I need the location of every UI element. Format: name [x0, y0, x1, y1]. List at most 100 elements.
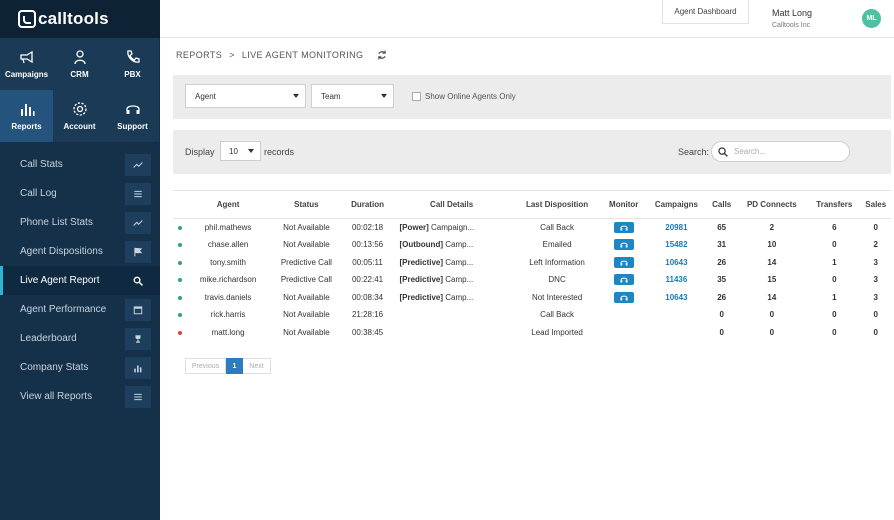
column-header-last-disposition[interactable]: Last Disposition	[512, 191, 603, 219]
campaign-link[interactable]: 10643	[665, 258, 687, 267]
call-details-text: Camp...	[443, 240, 474, 250]
table-row[interactable]: rick.harris Not Available 21:28:16 Call Bac…	[173, 306, 891, 324]
module-crm[interactable]: CRM	[53, 38, 106, 90]
status-dot-header	[173, 191, 187, 219]
campaign-link[interactable]: 20981	[665, 223, 687, 232]
call-details-text: Camp...	[443, 275, 474, 285]
monitor-button[interactable]	[613, 222, 634, 233]
column-header-sales[interactable]: Sales	[861, 191, 892, 219]
campaign-link[interactable]: 11436	[666, 275, 688, 284]
monitor-button[interactable]	[613, 274, 634, 286]
column-header-agent[interactable]: Agent	[187, 191, 269, 219]
calls-cell: 26	[717, 292, 727, 302]
module-pbx[interactable]: PBX	[106, 38, 159, 90]
monitor-cell	[602, 306, 645, 324]
headset-icon	[620, 225, 628, 231]
module-grid: Campaigns CRM PBX Reports Account Support	[0, 38, 160, 142]
status-cell: Not Available	[283, 223, 330, 232]
table-row[interactable]: mike.richardson Predictive Call 00:22:41 [P…	[173, 271, 891, 289]
duration-cell: 00:13:56	[351, 240, 384, 250]
headset-icon	[620, 277, 628, 283]
column-header-pd-connects[interactable]: PD Connects	[736, 191, 808, 219]
search-input[interactable]	[734, 147, 834, 156]
online-only-toggle[interactable]: Show Online Agents Only	[412, 92, 516, 101]
campaign-link[interactable]: 15482	[665, 240, 687, 249]
refresh-icon[interactable]	[377, 50, 387, 60]
table-row[interactable]: travis.daniels Not Available 00:08:34 [Pred…	[173, 289, 891, 307]
table-row[interactable]: tony.smith Predictive Call 00:05:11 [Predic…	[173, 254, 891, 272]
disposition-cell: Not Interested	[531, 292, 583, 302]
status-dot-icon	[178, 260, 182, 265]
list-icon	[125, 385, 151, 408]
agent-select[interactable]: Agent	[185, 84, 306, 108]
trend-icon	[125, 211, 151, 234]
column-header-campaigns[interactable]: Campaigns	[645, 191, 708, 219]
agent-table-container: Agent Status Duration Call Details Last Disp…	[173, 190, 891, 341]
sidebar-item-agent-dispositions[interactable]: Agent Dispositions	[0, 237, 160, 266]
monitor-button[interactable]	[613, 256, 634, 268]
sidebar-item-call-stats[interactable]: Call Stats	[0, 150, 160, 179]
table-header-row: Agent Status Duration Call Details Last Disp…	[173, 190, 892, 219]
sidebar-item-live-agent-report[interactable]: Live Agent Report	[0, 266, 160, 295]
sidebar-item-label: Phone List Stats	[20, 217, 93, 228]
records-per-page-select[interactable]: 10	[220, 141, 261, 161]
monitor-button[interactable]	[613, 239, 634, 251]
trophy-icon	[125, 327, 151, 350]
sidebar-item-call-log[interactable]: Call Log	[0, 179, 160, 208]
agent-dashboard-button[interactable]: Agent Dashboard	[662, 0, 749, 24]
agent-cell: rick.harris	[210, 310, 246, 320]
column-header-calls[interactable]: Calls	[708, 191, 736, 219]
column-header-monitor[interactable]: Monitor	[602, 191, 645, 219]
call-type-tag: [Predictive]	[399, 257, 444, 267]
pd-connects-cell: 14	[767, 292, 777, 302]
module-campaigns[interactable]: Campaigns	[0, 38, 53, 90]
monitor-button[interactable]	[613, 291, 634, 303]
duration-cell: 00:05:11	[352, 257, 383, 267]
logo-text: calltools	[38, 9, 109, 28]
module-reports[interactable]: Reports	[0, 90, 53, 142]
column-header-duration[interactable]: Duration	[344, 191, 392, 219]
status-dot-icon	[178, 243, 182, 248]
sidebar-item-view-all-reports[interactable]: View all Reports	[0, 382, 160, 411]
table-row[interactable]: chase.allen Not Available 00:13:56 [Outboun…	[173, 236, 891, 254]
status-cell: Not Available	[283, 327, 330, 337]
sidebar-item-phone-list-stats[interactable]: Phone List Stats	[0, 208, 160, 237]
campaign-link[interactable]: 10643	[665, 293, 687, 302]
breadcrumb-reports[interactable]: REPORTS	[176, 50, 222, 60]
pagination-previous[interactable]: Previous	[185, 358, 226, 374]
module-label: CRM	[70, 70, 89, 79]
sidebar-item-company-stats[interactable]: Company Stats	[0, 353, 160, 382]
module-label: Account	[63, 122, 96, 131]
sidebar-item-agent-performance[interactable]: Agent Performance	[0, 295, 160, 324]
calltools-logo[interactable]: calltools	[0, 0, 160, 38]
duration-cell: 00:02:18	[351, 223, 384, 232]
transfers-cell: 0	[832, 240, 837, 250]
search-box[interactable]	[711, 141, 850, 162]
online-only-checkbox[interactable]	[412, 92, 421, 101]
pagination-page-current[interactable]: 1	[226, 358, 243, 374]
status-cell: Predictive Call	[280, 275, 332, 285]
filter-bar: Agent Team Show Online Agents Only	[173, 75, 891, 119]
sidebar-item-leaderboard[interactable]: Leaderboard	[0, 324, 160, 353]
campaign-cell: 10643	[645, 289, 708, 307]
logo-mark-icon	[18, 10, 36, 28]
column-header-transfers[interactable]: Transfers	[808, 191, 860, 219]
status-dot-icon	[178, 226, 182, 230]
caret-down-icon	[293, 94, 299, 98]
table-row[interactable]: phil.mathews Not Available 00:02:18 [Power]…	[173, 219, 891, 237]
pagination-next[interactable]: Next	[243, 358, 271, 374]
gear-icon	[72, 101, 88, 122]
module-support[interactable]: Support	[106, 90, 159, 142]
avatar[interactable]: ML	[862, 9, 881, 28]
status-cell: Predictive Call	[280, 257, 332, 267]
module-account[interactable]: Account	[53, 90, 106, 142]
column-header-status[interactable]: Status	[269, 191, 343, 219]
team-select[interactable]: Team	[311, 84, 394, 108]
call-details-cell: [Predictive] Camp...	[391, 271, 511, 289]
user-name[interactable]: Matt Long	[772, 8, 812, 18]
table-row[interactable]: matt.long Not Available 00:38:45 Lead Impor…	[173, 324, 891, 342]
monitor-cell	[602, 236, 645, 254]
disposition-cell: Call Back	[540, 223, 574, 232]
column-header-call-details[interactable]: Call Details	[391, 191, 511, 219]
sales-cell: 0	[873, 327, 878, 337]
